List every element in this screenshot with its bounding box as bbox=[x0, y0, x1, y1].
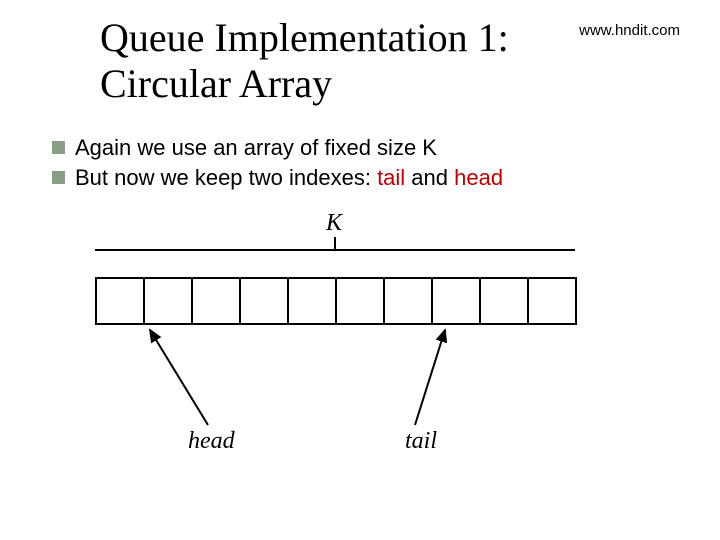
array-cell bbox=[97, 279, 145, 323]
bullet-2-tail-keyword: tail bbox=[377, 165, 405, 190]
array-cell bbox=[481, 279, 529, 323]
array-cell bbox=[337, 279, 385, 323]
array-diagram bbox=[95, 277, 577, 325]
array-cell bbox=[289, 279, 337, 323]
array-cell bbox=[385, 279, 433, 323]
bullet-2-head-keyword: head bbox=[454, 165, 503, 190]
title-line-2: Circular Array bbox=[100, 61, 332, 106]
tail-arrow bbox=[415, 330, 445, 425]
tail-label: tail bbox=[405, 428, 437, 455]
bullet-item: But now we keep two indexes: tail and he… bbox=[52, 165, 712, 191]
bullet-item: Again we use an array of fixed size K bbox=[52, 135, 712, 161]
head-label: head bbox=[188, 428, 235, 455]
bullet-text-1: Again we use an array of fixed size K bbox=[75, 135, 437, 161]
array-cell bbox=[145, 279, 193, 323]
array-cell bbox=[433, 279, 481, 323]
array-cell bbox=[241, 279, 289, 323]
bullet-text-2: But now we keep two indexes: tail and he… bbox=[75, 165, 503, 191]
site-url: www.hndit.com bbox=[579, 22, 680, 39]
square-bullet-icon bbox=[52, 141, 65, 154]
bullet-list: Again we use an array of fixed size K Bu… bbox=[52, 135, 712, 195]
bullet-2-mid: and bbox=[405, 165, 454, 190]
title-line-1: Queue Implementation 1: bbox=[100, 15, 509, 60]
square-bullet-icon bbox=[52, 171, 65, 184]
k-label: K bbox=[326, 210, 342, 237]
array-cell bbox=[193, 279, 241, 323]
array-cell bbox=[529, 279, 577, 323]
slide-title: Queue Implementation 1: Circular Array bbox=[100, 15, 509, 107]
head-arrow bbox=[150, 330, 208, 425]
bullet-2-prefix: But now we keep two indexes: bbox=[75, 165, 377, 190]
